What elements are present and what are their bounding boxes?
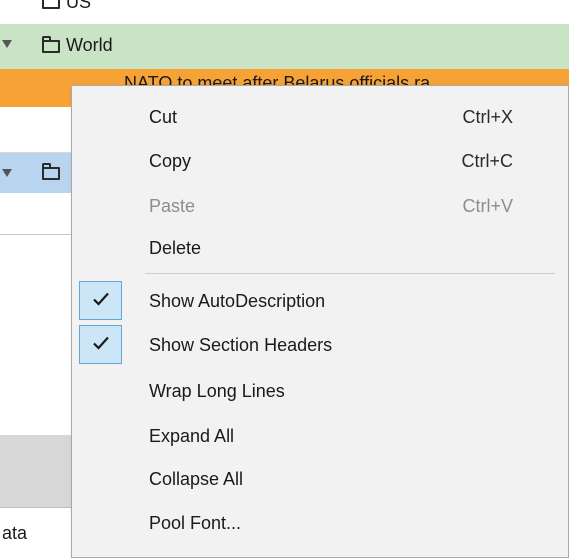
context-menu: Cut Ctrl+X Copy Ctrl+C Paste Ctrl+V Dele… (71, 85, 569, 558)
menu-item-label: Cut (149, 107, 178, 127)
checkmark-icon (79, 325, 122, 364)
menu-item-copy[interactable]: Copy Ctrl+C (72, 140, 568, 184)
tree-row-world[interactable]: World (0, 24, 569, 69)
menu-item-shortcut: Ctrl+X (462, 107, 513, 127)
folder-icon (42, 36, 60, 53)
menu-item-cut[interactable]: Cut Ctrl+X (72, 96, 568, 140)
menu-item-label: Paste (149, 196, 196, 216)
menu-item-label: Expand All (149, 426, 235, 446)
folder-icon (42, 163, 60, 180)
menu-item-show-autodescription[interactable]: Show AutoDescription (72, 280, 568, 324)
menu-item-wrap-long-lines[interactable]: Wrap Long Lines (72, 370, 568, 414)
menu-item-paste[interactable]: Paste Ctrl+V (72, 185, 568, 229)
menu-item-delete[interactable]: Delete (72, 227, 568, 271)
menu-item-expand-all[interactable]: Expand All (72, 415, 568, 459)
menu-item-shortcut: Ctrl+C (461, 151, 513, 171)
menu-item-collapse-all[interactable]: Collapse All (72, 458, 568, 502)
menu-item-label: Show AutoDescription (149, 291, 326, 311)
menu-item-label: Pool Font... (149, 513, 242, 533)
menu-item-label: Delete (149, 238, 202, 258)
checkmark-icon (79, 281, 122, 320)
folder-icon (42, 0, 60, 9)
tree-row-label: World (66, 35, 113, 55)
menu-item-show-section-headers[interactable]: Show Section Headers (72, 324, 568, 368)
menu-item-label: Copy (149, 151, 192, 171)
bottom-panel-label: ata (2, 523, 28, 543)
tree-row-label: US (66, 0, 92, 12)
menu-item-label: Wrap Long Lines (149, 381, 285, 401)
expand-triangle-icon[interactable] (2, 169, 12, 177)
menu-separator (145, 273, 555, 274)
menu-item-shortcut: Ctrl+V (462, 196, 513, 216)
expand-triangle-icon[interactable] (2, 40, 12, 48)
tree-row-us[interactable]: US (0, 0, 569, 24)
menu-item-label: Show Section Headers (149, 335, 333, 355)
menu-item-label: Collapse All (149, 469, 244, 489)
menu-item-pool-font[interactable]: Pool Font... (72, 502, 568, 546)
